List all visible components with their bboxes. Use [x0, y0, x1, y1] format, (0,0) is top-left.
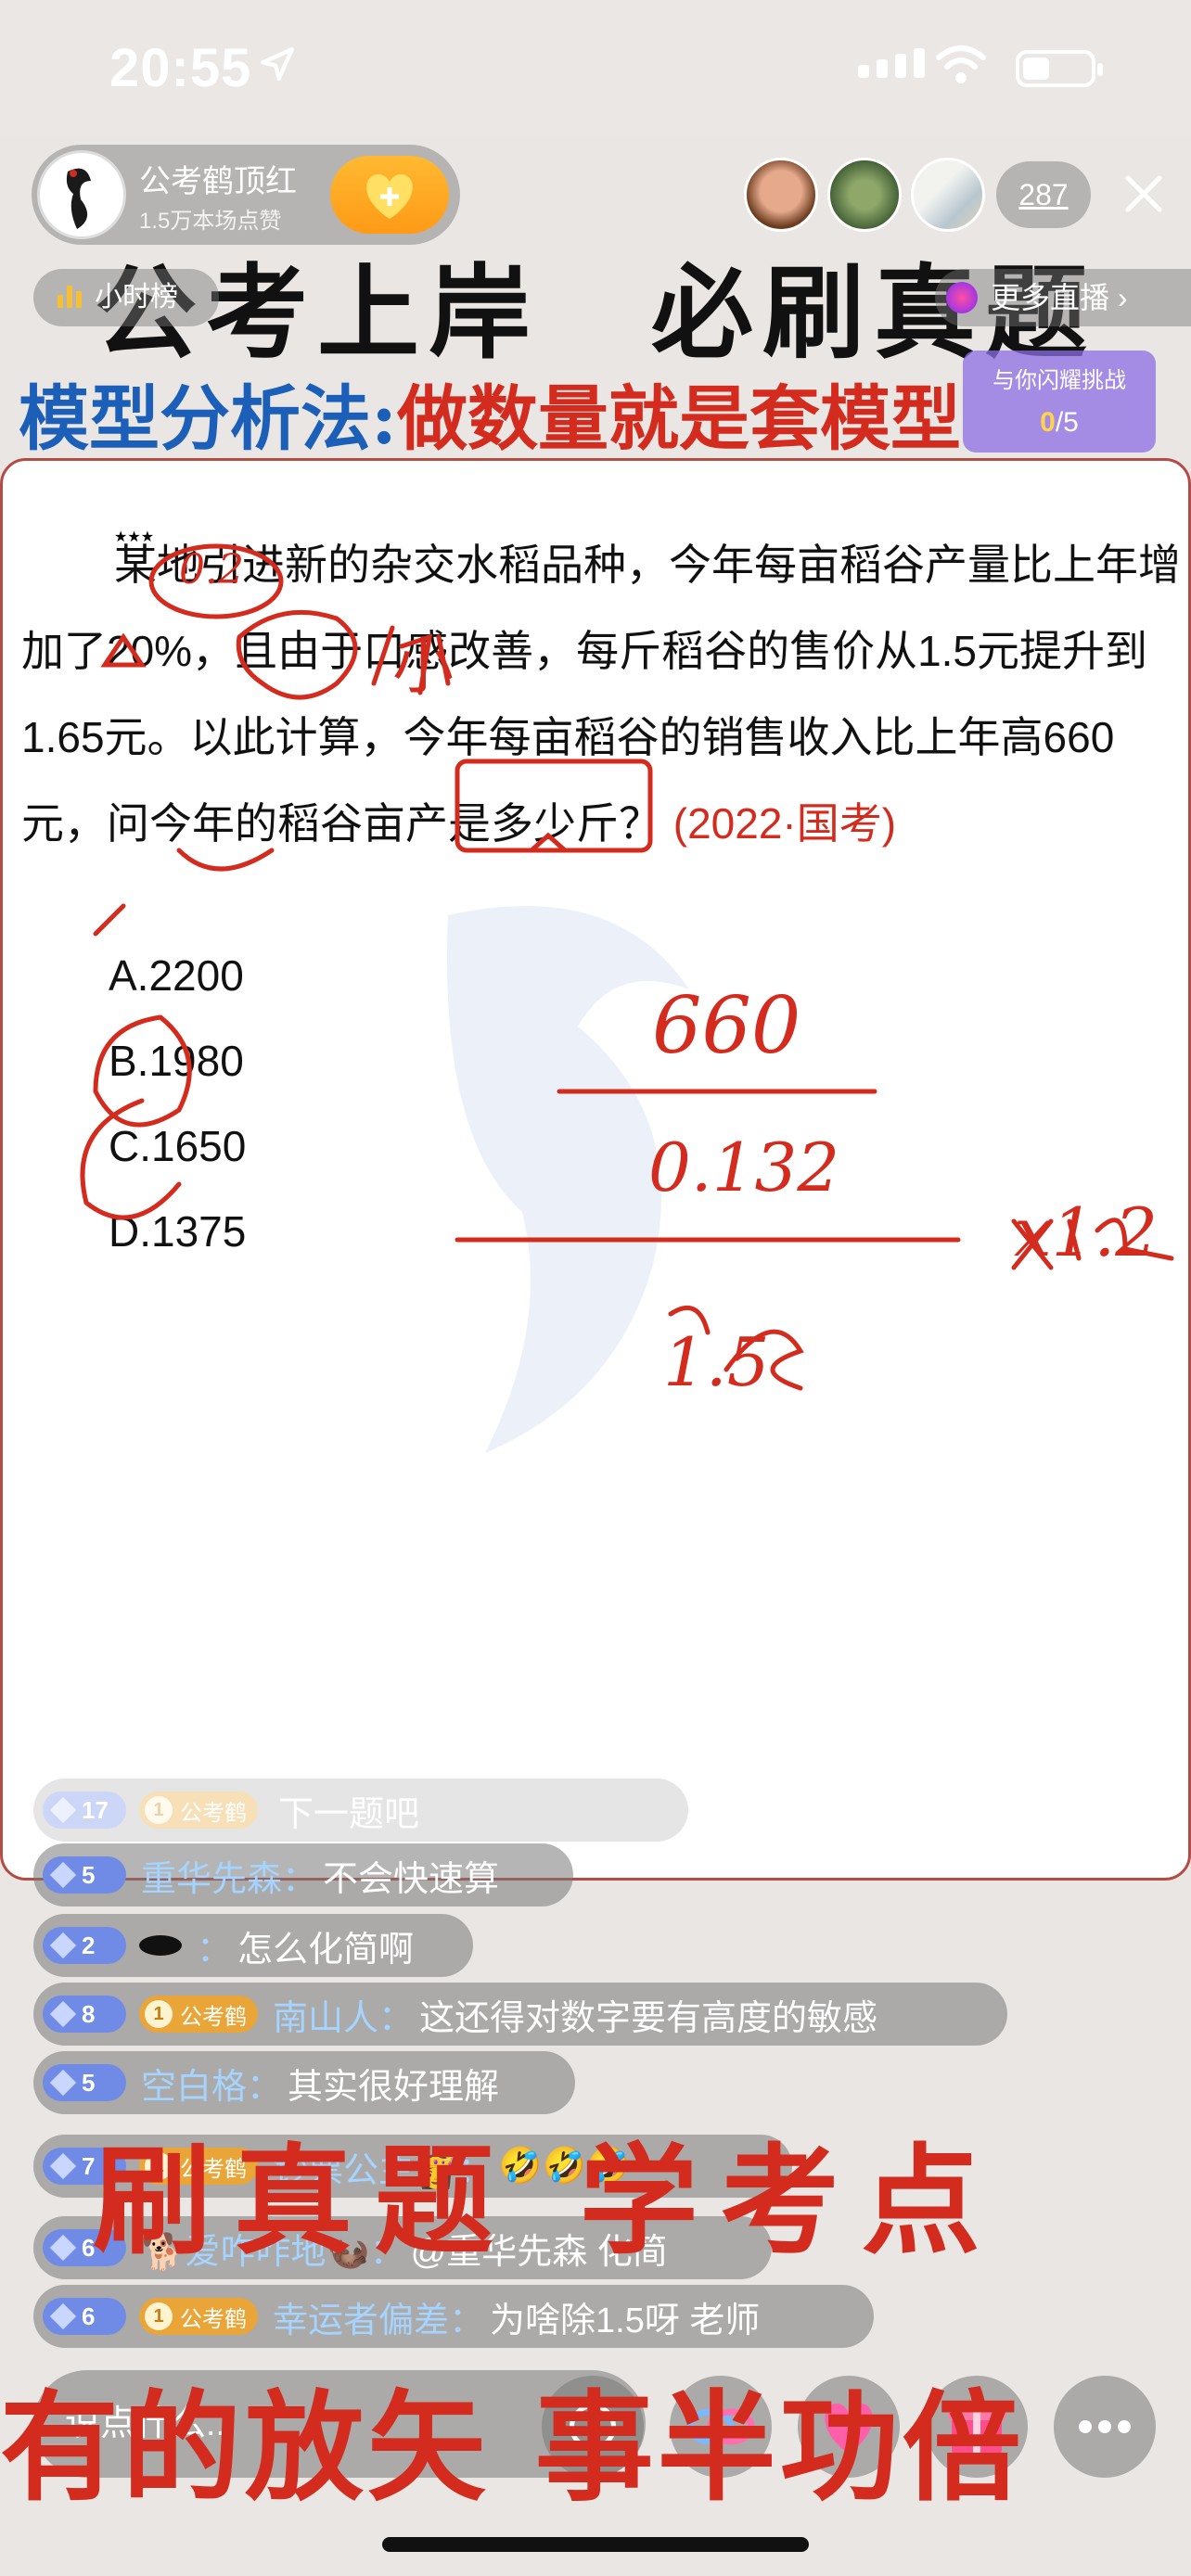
user-avatar-icon	[139, 1935, 182, 1956]
rank-bars-icon	[58, 286, 82, 308]
overlay-slogan-2: 有的放矢 事半功倍	[0, 2379, 1025, 2518]
subtitle: 模型分析法:做数量就是套模型	[19, 362, 961, 464]
viewer-avatar[interactable]	[744, 158, 818, 232]
subtitle-part1: 模型分析法:	[19, 377, 398, 460]
viewer-count[interactable]: 287	[996, 161, 1091, 228]
handwriting-660: 660	[652, 980, 801, 1071]
more-button[interactable]	[1054, 2376, 1156, 2478]
wifi-icon	[936, 45, 986, 83]
chat-message[interactable]: 5 重华先森： 不会快速算	[33, 1843, 573, 1906]
follow-heart-button[interactable]	[330, 156, 449, 234]
whiteboard: ★★★ 某地引进新的杂交水稻品种，今年每亩稻谷产量比上年增加了20%，且由于口感…	[0, 458, 1191, 1881]
status-time: 20:55	[109, 38, 252, 98]
chat-message[interactable]: 8 1 公考鹤 南山人： 这还得对数字要有高度的敏感	[33, 1983, 1007, 2046]
host-info[interactable]: 公考鹤顶红 1.5万本场点赞	[32, 145, 460, 245]
host-likes: 1.5万本场点赞	[139, 209, 282, 234]
hourly-rank-button[interactable]: 小时榜	[33, 269, 219, 326]
battery-icon	[1016, 50, 1103, 87]
challenge-widget[interactable]: 与你闪耀挑战 0/5	[963, 351, 1156, 453]
chat-message[interactable]: 6 1 公考鹤 幸运者偏差： 为啥除1.5呀 老师	[33, 2285, 874, 2348]
subtitle-part2: 做数量就是套模型	[397, 377, 962, 460]
handwriting-x12: x1.2	[1014, 1193, 1159, 1271]
handwriting-small: 小	[392, 631, 454, 702]
handwriting-annotations	[80, 543, 1174, 1391]
home-indicator[interactable]	[382, 2537, 809, 2552]
more-live-label: 更多直播	[991, 281, 1110, 314]
status-bar: 20:55	[0, 0, 1191, 139]
more-live-button[interactable]: 更多直播 ›	[935, 269, 1191, 326]
challenge-label: 与你闪耀挑战	[992, 368, 1126, 393]
chat-message[interactable]: 17 1 公考鹤 下一题吧	[33, 1779, 688, 1842]
host-avatar[interactable]	[37, 150, 126, 239]
viewer-avatar[interactable]	[827, 158, 902, 232]
overlay-slogan-1: 刷真题 学考点	[93, 2133, 1003, 2271]
chat-message[interactable]: 2 ： 怎么化简啊	[33, 1914, 473, 1977]
signal-icon	[858, 48, 925, 78]
handwriting-0132: 0.132	[648, 1129, 840, 1206]
host-name: 公考鹤顶红	[139, 164, 297, 199]
location-arrow-icon	[261, 47, 294, 81]
hourly-rank-label: 小时榜	[95, 282, 178, 312]
more-icon	[1079, 2420, 1131, 2433]
close-icon[interactable]	[1117, 167, 1171, 221]
handwriting-15: 1.5	[663, 1323, 770, 1401]
handwriting-02: 0.2	[179, 546, 244, 593]
live-dot-icon	[946, 282, 978, 313]
challenge-progress: 0/5	[1040, 407, 1079, 438]
viewer-avatar[interactable]	[911, 158, 985, 232]
